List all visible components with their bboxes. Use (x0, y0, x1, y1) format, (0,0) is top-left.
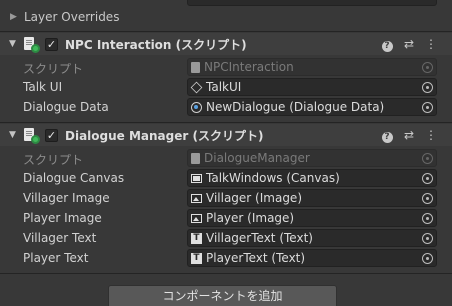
property-label: スクリプト (23, 62, 84, 76)
kebab-menu-icon[interactable]: ⋮ (424, 127, 438, 143)
canvas-icon (191, 173, 202, 183)
property-row-script: スクリプト DialogueManager (0, 148, 452, 168)
help-icon[interactable]: ? (380, 127, 394, 143)
object-field-villager-text[interactable]: T VillagerText (Text) (187, 229, 437, 247)
property-row-talk-ui: Talk UI TalkUI (0, 77, 452, 97)
preset-icon[interactable]: ⇄ (402, 36, 416, 52)
property-row-dialogue-canvas: Dialogue Canvas TalkWindows (Canvas) (0, 168, 452, 188)
property-label: Villager Image (23, 191, 110, 205)
image-icon (191, 213, 202, 223)
property-row-script: スクリプト NPCInteraction (0, 57, 452, 77)
object-field-value: Villager (Image) (206, 191, 302, 205)
property-label: Dialogue Data (23, 100, 109, 114)
component-title: NPC Interaction (スクリプト) (65, 37, 247, 52)
component-enabled-checkbox[interactable]: ✓ (45, 37, 58, 51)
image-icon (191, 193, 202, 203)
object-picker-icon[interactable] (422, 253, 433, 264)
divider (0, 122, 452, 123)
script-icon (191, 61, 200, 73)
object-picker-icon[interactable] (422, 233, 433, 244)
property-label: Player Image (23, 211, 102, 225)
property-label: Dialogue Canvas (23, 171, 125, 185)
add-component-button[interactable]: コンポーネントを追加 (108, 285, 337, 306)
object-picker-icon (422, 62, 433, 73)
object-field-dialogue-canvas[interactable]: TalkWindows (Canvas) (187, 169, 437, 187)
object-field-value: Player (Image) (206, 211, 295, 225)
object-picker-icon[interactable] (422, 82, 433, 93)
object-field-value: NPCInteraction (204, 60, 294, 74)
gameobject-icon (190, 81, 203, 93)
object-picker-icon[interactable] (422, 193, 433, 204)
text-icon: T (191, 252, 202, 264)
layer-overrides-label: Layer Overrides (24, 10, 120, 24)
object-field-value: DialogueManager (204, 151, 310, 165)
divider (0, 31, 452, 32)
object-field-value: PlayerText (Text) (206, 251, 306, 265)
property-label: Player Text (23, 251, 89, 265)
foldout-arrow-down-icon[interactable]: ▼ (9, 39, 19, 49)
object-picker-icon[interactable] (422, 102, 433, 113)
text-icon: T (191, 232, 202, 244)
component-header-dialogue-manager[interactable]: ▼ ✓ Dialogue Manager (スクリプト) ? ⇄ ⋮ (0, 124, 452, 146)
object-field-villager-image[interactable]: Villager (Image) (187, 189, 437, 207)
object-field-script: NPCInteraction (187, 58, 437, 76)
property-row-player-image: Player Image Player (Image) (0, 208, 452, 228)
property-row-player-text: Player Text T PlayerText (Text) (0, 248, 452, 268)
object-picker-icon[interactable] (422, 213, 433, 224)
object-field-script: DialogueManager (187, 149, 437, 167)
previous-property-field[interactable] (187, 0, 437, 6)
help-icon[interactable]: ? (380, 36, 394, 52)
component-title: Dialogue Manager (スクリプト) (65, 128, 264, 143)
component-enabled-checkbox[interactable]: ✓ (45, 128, 58, 142)
foldout-arrow-down-icon[interactable]: ▼ (9, 130, 19, 140)
property-row-villager-text: Villager Text T VillagerText (Text) (0, 228, 452, 248)
divider (0, 273, 452, 274)
object-field-value: NewDialogue (Dialogue Data) (206, 100, 385, 114)
property-row-villager-image: Villager Image Villager (Image) (0, 188, 452, 208)
property-row-dialogue-data: Dialogue Data NewDialogue (Dialogue Data… (0, 97, 452, 117)
object-picker-icon[interactable] (422, 173, 433, 184)
layer-overrides-foldout[interactable]: ▶ Layer Overrides (0, 7, 452, 27)
preset-icon[interactable]: ⇄ (402, 127, 416, 143)
previous-property-row (0, 0, 452, 7)
property-label: Talk UI (23, 80, 63, 94)
scriptable-asset-icon (191, 101, 202, 113)
csharp-script-icon (23, 128, 40, 144)
kebab-menu-icon[interactable]: ⋮ (424, 36, 438, 52)
property-label: スクリプト (23, 153, 84, 167)
script-icon (191, 152, 200, 164)
object-field-player-text[interactable]: T PlayerText (Text) (187, 249, 437, 267)
object-field-value: TalkWindows (Canvas) (206, 171, 340, 185)
object-field-value: VillagerText (Text) (206, 231, 313, 245)
property-label: Villager Text (23, 231, 97, 245)
object-field-value: TalkUI (206, 80, 242, 94)
object-field-player-image[interactable]: Player (Image) (187, 209, 437, 227)
csharp-script-icon (23, 37, 40, 53)
foldout-arrow-right-icon: ▶ (10, 12, 17, 22)
object-field-dialogue-data[interactable]: NewDialogue (Dialogue Data) (187, 98, 437, 116)
component-header-npc-interaction[interactable]: ▼ ✓ NPC Interaction (スクリプト) ? ⇄ ⋮ (0, 33, 452, 55)
object-picker-icon (422, 153, 433, 164)
object-field-talk-ui[interactable]: TalkUI (187, 78, 437, 96)
